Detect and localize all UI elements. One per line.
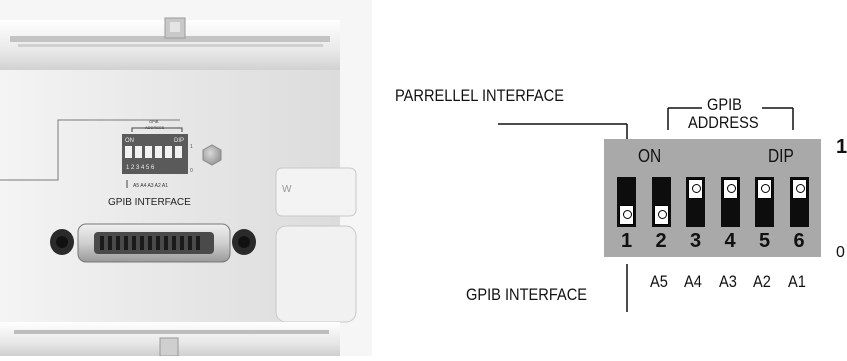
svg-text:DIP: DIP: [174, 138, 184, 144]
switch-number-label: 4: [724, 230, 736, 252]
switch-dip-label: DIP: [768, 146, 794, 166]
svg-text:ON: ON: [125, 138, 134, 144]
side-cutout: [275, 225, 357, 323]
svg-text:1 2 3 4 5 6: 1 2 3 4 5 6: [126, 165, 155, 171]
dip-switch-4[interactable]: [720, 177, 740, 227]
dip-switch-lever: [688, 179, 703, 199]
switch-lever-circle: [795, 184, 805, 193]
hex-nut-icon: [202, 144, 222, 166]
state-low-label: 0: [836, 244, 845, 261]
switch-lever-circle: [726, 184, 736, 193]
photo-address-label: ADDRESS: [145, 125, 165, 130]
switch-lever-circle: [692, 184, 701, 193]
rear-panel-illustration: GPIB ADDRESS ON DIP 1 2 3 4 5 6 1 0 A5 A…: [0, 0, 372, 357]
svg-text:W: W: [282, 184, 292, 195]
switch-number-label: 1: [621, 230, 633, 252]
gpib-interface-label: GPIB INTERFACE: [466, 285, 588, 304]
dip-switch-6[interactable]: [789, 177, 809, 227]
address-bit-label: A2: [753, 272, 771, 291]
photo-gpib-label: GPIB: [149, 119, 159, 124]
dip-switch-3[interactable]: [686, 177, 705, 227]
switch-lever-circle: [657, 210, 667, 219]
dip-switch-lever: [619, 205, 634, 225]
switch-number-label: 6: [793, 230, 805, 252]
switch-on-label: ON: [638, 146, 662, 166]
svg-text:1: 1: [190, 144, 193, 150]
dip-switch-1[interactable]: [617, 177, 636, 227]
address-bit-label: A1: [787, 272, 806, 291]
dip-switch-2[interactable]: [651, 177, 671, 227]
address-bit-label: A4: [684, 272, 702, 291]
state-high-label: 1: [836, 136, 847, 158]
photo-address-bits: A5 A4 A3 A2 A1: [133, 183, 168, 189]
switch-lever-circle: [761, 184, 770, 193]
photo-gpib-connector: [50, 223, 256, 263]
photo-dip-switch: ON DIP 1 2 3 4 5 6: [122, 134, 188, 174]
switch-number-label: 5: [759, 230, 771, 252]
switch-number-label: 3: [690, 230, 702, 252]
dip-switch-lever: [791, 179, 807, 199]
dip-switch-lever: [722, 179, 738, 199]
dip-switch-lever: [653, 205, 669, 225]
rear-panel-photo: GPIB ADDRESS ON DIP 1 2 3 4 5 6 1 0 A5 A…: [0, 0, 372, 357]
photo-gpib-interface-label: GPIB INTERFACE: [108, 197, 191, 208]
switch-number-label: 2: [655, 230, 667, 252]
address-bit-label: A5: [649, 272, 668, 291]
dip-switch-lever: [757, 179, 772, 199]
bottom-screw: [159, 337, 179, 357]
switch-lever-circle: [623, 210, 632, 219]
svg-text:0: 0: [190, 168, 193, 174]
address-bit-label: A3: [718, 272, 737, 291]
dip-switch-5[interactable]: [755, 177, 774, 227]
